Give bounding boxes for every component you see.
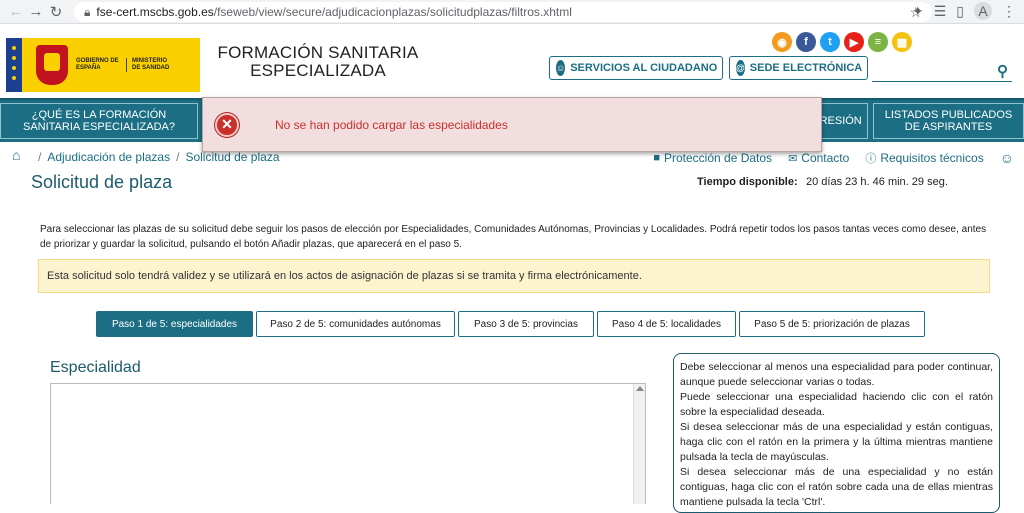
gobierno-logo[interactable]: GOBIERNO DE ESPAÑA MINISTERIO DE SANIDAD: [6, 38, 200, 92]
nav-item-que-es-line1: ¿QUÉ ES LA FORMACIÓN: [31, 109, 167, 121]
nav-item-que-es-line2: SANITARIA ESPECIALIZADA?: [22, 121, 175, 133]
page-title: Solicitud de plaza: [31, 172, 173, 192]
help-text-4: Si desea seleccionar más de una especial…: [680, 466, 993, 508]
site-header: GOBIERNO DE ESPAÑA MINISTERIO DE SANIDAD…: [0, 24, 1024, 98]
profile-avatar[interactable]: A: [974, 2, 992, 20]
search-input[interactable]: [872, 62, 988, 80]
breadcrumb-adjudicacion[interactable]: Adjudicación de plazas: [47, 150, 170, 164]
nav-item-que-es[interactable]: ¿QUÉ ES LA FORMACIÓN SANITARIA ESPECIALI…: [0, 103, 198, 139]
tab-step-3[interactable]: Paso 3 de 5: provincias: [458, 311, 594, 337]
breadcrumb-separator: /: [176, 150, 180, 164]
help-box: Debe seleccionar al menos una especialid…: [673, 353, 1000, 513]
tab-step-2[interactable]: Paso 2 de 5: comunidades autónomas: [256, 311, 455, 337]
social-links: ◉ f t ▶ ≡ ▦: [772, 32, 912, 52]
at-icon: @: [736, 60, 745, 76]
especialidad-listbox[interactable]: [50, 383, 646, 504]
scroll-up-icon[interactable]: [636, 386, 644, 391]
eu-flag-band: [6, 38, 22, 92]
breadcrumb: / Adjudicación de plazas / Solicitud de …: [38, 150, 280, 164]
intro-text: Para seleccionar las plazas de su solici…: [40, 222, 988, 252]
coat-of-arms-icon: [36, 45, 68, 85]
twitter-icon[interactable]: t: [820, 32, 840, 52]
time-remaining: 20 días 23 h. 46 min. 29 seg.: [806, 176, 948, 188]
time-label: Tiempo disponible:: [697, 176, 798, 188]
contacto-link[interactable]: ✉ Contacto: [788, 151, 849, 165]
help-text-3: Si desea seleccionar más de una especial…: [680, 421, 993, 463]
info-icon: ⓘ: [865, 153, 877, 165]
gobierno-text: GOBIERNO DE ESPAÑA: [76, 58, 119, 71]
extensions-icon[interactable]: ✦: [912, 3, 924, 20]
breadcrumb-separator: /: [38, 150, 42, 164]
intro-line2: de priorizar y guardar la solicitud, pul…: [40, 239, 462, 250]
warning-box: Esta solicitud solo tendrá validez y se …: [38, 259, 990, 293]
servicios-ciudadano-button[interactable]: ☺ SERVICIOS AL CIUDADANO: [549, 56, 723, 80]
url-path: /fseweb/view/secure/adjudicacionplazas/s…: [213, 5, 572, 19]
people-icon: ☺: [556, 60, 566, 76]
browser-toolbar: ← → ↻ 🔒︎ fse-cert.mscbs.gob.es /fseweb/v…: [0, 0, 1024, 24]
address-bar[interactable]: 🔒︎ fse-cert.mscbs.gob.es /fseweb/view/se…: [74, 2, 932, 22]
breadcrumb-solicitud[interactable]: Solicitud de plaza: [185, 150, 279, 164]
title-row: Solicitud de plaza Tiempo disponible: 20…: [0, 170, 1024, 198]
padlock-icon: ■: [653, 152, 660, 164]
forward-icon[interactable]: →: [26, 2, 46, 22]
search-icon[interactable]: ⚲: [997, 62, 1008, 80]
tab-step-5[interactable]: Paso 5 de 5: priorización de plazas: [739, 311, 925, 337]
intro-line1: Para seleccionar las plazas de su solici…: [40, 224, 987, 235]
rss-icon[interactable]: ◉: [772, 32, 792, 52]
sede-electronica-button[interactable]: @ SEDE ELECTRÓNICA: [729, 56, 868, 80]
url-domain: fse-cert.mscbs.gob.es: [96, 5, 214, 19]
proteccion-datos-link[interactable]: ■ Protección de Datos: [653, 151, 772, 165]
tab-step-4[interactable]: Paso 4 de 5: localidades: [597, 311, 736, 337]
help-text-1: Debe seleccionar al menos una especialid…: [680, 361, 993, 388]
error-popup[interactable]: ✕ No se han podido cargar las especialid…: [202, 97, 822, 152]
error-x-icon: ✕: [215, 112, 239, 137]
especialidad-title: Especialidad: [50, 359, 141, 376]
reload-icon[interactable]: ↻: [46, 2, 66, 22]
site-title-line2: ESPECIALIZADA: [250, 61, 386, 80]
steps-tabs: Paso 1 de 5: especialidades Paso 2 de 5:…: [96, 311, 925, 337]
error-message: No se han podido cargar las especialidad…: [275, 117, 508, 132]
nav-item-listados-line1: LISTADOS PUBLICADOS: [884, 109, 1013, 121]
servicios-label: SERVICIOS AL CIUDADANO: [570, 62, 718, 74]
calendar-icon[interactable]: ▦: [892, 32, 912, 52]
proteccion-label: Protección de Datos: [664, 151, 773, 165]
site-title[interactable]: FORMACIÓN SANITARIA ESPECIALIZADA: [212, 44, 424, 80]
menu-dots-icon[interactable]: ⋮: [1002, 3, 1016, 20]
warning-text: Esta solicitud solo tendrá validez y se …: [47, 270, 642, 282]
home-icon[interactable]: ⌂: [12, 147, 20, 163]
reading-list-icon[interactable]: ☰: [934, 3, 947, 20]
lock-icon[interactable]: 🔒︎: [84, 5, 90, 20]
ministerio-text: MINISTERIO DE SANIDAD: [126, 58, 174, 72]
requisitos-label: Requisitos técnicos: [880, 151, 984, 165]
envelope-icon: ✉: [788, 152, 798, 165]
nav-item-listados-line2: DE ASPIRANTES: [904, 121, 993, 133]
facebook-icon[interactable]: f: [796, 32, 816, 52]
list-icon[interactable]: ≡: [868, 32, 888, 52]
tab-step-1[interactable]: Paso 1 de 5: especialidades: [96, 311, 253, 337]
sede-label: SEDE ELECTRÓNICA: [749, 62, 863, 74]
top-links: ■ Protección de Datos ✉ Contacto ⓘ Requi…: [653, 150, 1014, 166]
requisitos-link[interactable]: ⓘ Requisitos técnicos: [865, 150, 983, 166]
nav-item-listados[interactable]: LISTADOS PUBLICADOS DE ASPIRANTES: [873, 103, 1024, 139]
site-title-line1: FORMACIÓN SANITARIA: [217, 43, 419, 62]
user-icon[interactable]: ☺: [1000, 150, 1014, 166]
back-icon[interactable]: ←: [6, 2, 26, 22]
search-box: ⚲: [872, 62, 1012, 82]
help-text-2: Puede seleccionar una especialidad hacie…: [680, 391, 993, 418]
listbox-scrollbar[interactable]: [633, 384, 645, 504]
contacto-label: Contacto: [801, 151, 850, 165]
sidebar-icon[interactable]: ▯: [956, 3, 964, 20]
youtube-icon[interactable]: ▶: [844, 32, 864, 52]
